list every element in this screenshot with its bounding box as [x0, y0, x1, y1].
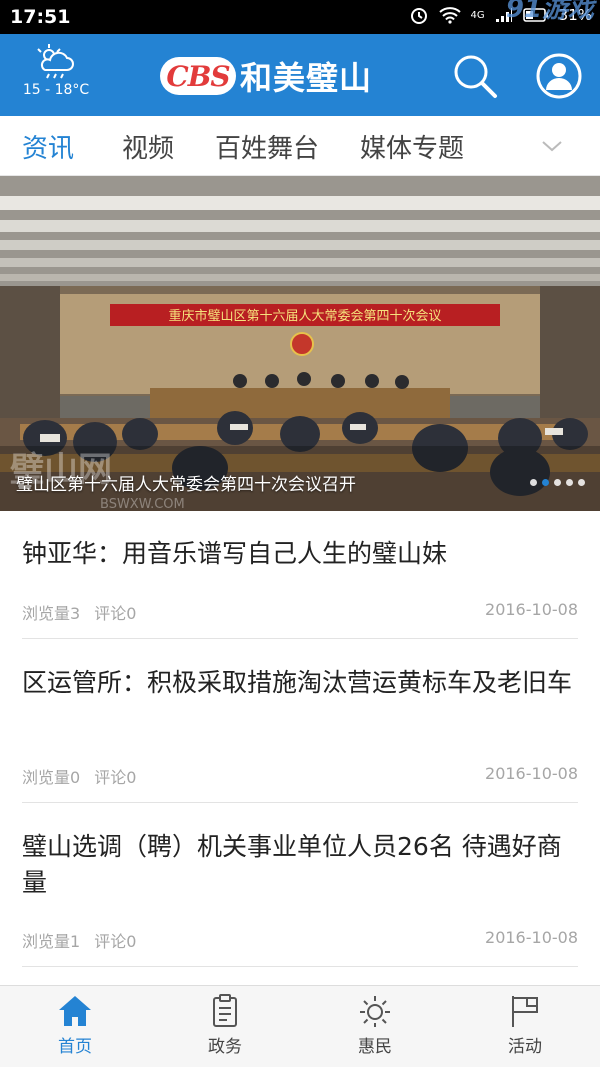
- tabs-expand-button[interactable]: [540, 134, 564, 158]
- app-header: 15 - 18°C CBS 和美璧山: [0, 34, 600, 116]
- banner-caption[interactable]: 璧山区第十六届人大常委会第四十次会议召开: [16, 470, 356, 495]
- brand-name: 和美璧山: [240, 59, 373, 97]
- news-item[interactable]: 区运管所：积极采取措施淘汰营运黄标车及老旧车 浏览量0 评论0 2016-10-0…: [22, 639, 578, 803]
- news-meta: 浏览量1 评论0: [22, 928, 136, 952]
- bottom-nav: 首页 政务 惠民 活动: [0, 985, 600, 1067]
- nav-home-label: 首页: [58, 1037, 92, 1057]
- nav-home[interactable]: 首页: [0, 986, 150, 1067]
- carousel-dot[interactable]: [566, 479, 573, 486]
- carousel-dot[interactable]: [578, 479, 585, 486]
- site-watermark: 91游戏: [505, 0, 594, 24]
- carousel-dot-active[interactable]: [542, 479, 549, 486]
- cbs-logo: CBS: [160, 57, 236, 95]
- category-tabs: 资讯 视频 百姓舞台 媒体专题: [0, 116, 600, 176]
- tab-news[interactable]: 资讯: [22, 128, 74, 165]
- news-comments: 评论0: [94, 932, 137, 951]
- search-button[interactable]: [451, 52, 499, 100]
- nav-activities-label: 活动: [508, 1037, 542, 1057]
- user-icon: [536, 53, 582, 99]
- tab-video[interactable]: 视频: [122, 128, 174, 165]
- sun-icon: [360, 996, 390, 1027]
- tab-media-topics[interactable]: 媒体专题: [360, 128, 464, 165]
- news-item[interactable]: 钟亚华：用音乐谱写自己人生的璧山妹 浏览量3 评论0 2016-10-08: [22, 511, 578, 639]
- tab-stage[interactable]: 百姓舞台: [215, 128, 319, 165]
- news-title: 区运管所：积极采取措施淘汰营运黄标车及老旧车: [22, 668, 573, 697]
- home-icon: [59, 996, 91, 1026]
- alarm-icon: [410, 8, 427, 24]
- nav-government-label: 政务: [208, 1037, 242, 1057]
- clipboard-icon: [213, 994, 237, 1027]
- news-meta: 浏览量0 评论0: [22, 764, 136, 788]
- news-comments: 评论0: [94, 604, 137, 623]
- temperature-label: 15 - 18°C: [22, 82, 90, 98]
- news-views: 浏览量3: [22, 604, 81, 623]
- news-views: 浏览量1: [22, 932, 81, 951]
- wifi-icon: [438, 7, 461, 24]
- nav-welfare[interactable]: 惠民: [300, 986, 450, 1067]
- carousel-dot[interactable]: [554, 479, 561, 486]
- news-date: 2016-10-08: [485, 928, 578, 947]
- nav-government[interactable]: 政务: [150, 986, 300, 1067]
- photo-watermark-url: BSWXW.COM: [100, 497, 185, 511]
- banner-carousel[interactable]: 重庆市璧山区第十六届人大常委会第四十次会议 璧山网 BSWXW.COM: [0, 176, 600, 511]
- news-title: 钟亚华：用音乐谱写自己人生的璧山妹: [22, 539, 448, 568]
- cloud-rain-icon: [37, 44, 74, 79]
- brand-logo: CBS 和美璧山: [160, 52, 372, 100]
- news-item[interactable]: 璧山选调（聘）机关事业单位人员26名 待遇好商量 浏览量1 评论0 2016-10…: [22, 803, 578, 967]
- news-meta: 浏览量3 评论0: [22, 600, 136, 624]
- status-time: 17:51: [10, 6, 71, 28]
- news-title: 璧山选调（聘）机关事业单位人员26名 待遇好商量: [22, 832, 562, 897]
- carousel-indicator: [530, 479, 585, 486]
- news-date: 2016-10-08: [485, 600, 578, 619]
- news-views: 浏览量0: [22, 768, 81, 787]
- news-comments: 评论0: [94, 768, 137, 787]
- banner-image: 重庆市璧山区第十六届人大常委会第四十次会议 璧山网 BSWXW.COM: [0, 176, 600, 511]
- carousel-dot[interactable]: [530, 479, 537, 486]
- nav-activities[interactable]: 活动: [450, 986, 600, 1067]
- news-date: 2016-10-08: [485, 764, 578, 783]
- network-label: 4G: [470, 9, 485, 21]
- search-icon: [454, 55, 497, 98]
- hall-banner-text: 重庆市璧山区第十六届人大常委会第四十次会议: [168, 308, 441, 324]
- status-bar: 17:51 4G 31% 91游戏: [0, 0, 600, 34]
- chevron-down-icon: [542, 141, 562, 152]
- watermark-logo: 91游戏: [505, 0, 594, 24]
- flag-icon: [512, 996, 538, 1027]
- user-button[interactable]: [535, 52, 583, 100]
- weather-widget[interactable]: 15 - 18°C: [16, 42, 96, 98]
- nav-welfare-label: 惠民: [358, 1037, 392, 1057]
